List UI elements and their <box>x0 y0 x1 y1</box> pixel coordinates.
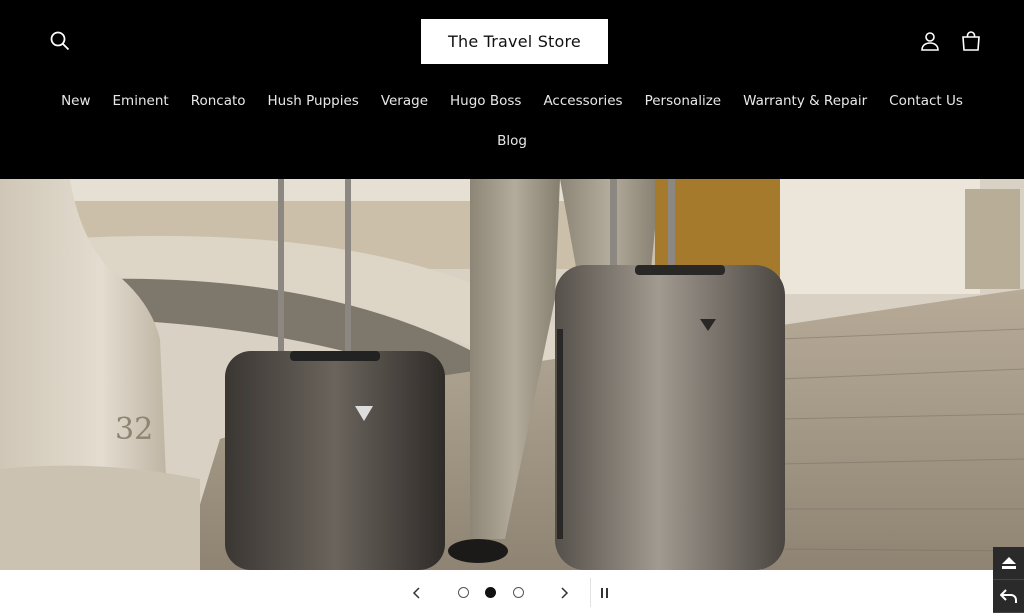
slide-dot-2[interactable] <box>485 587 496 598</box>
hero-slide-image: 32 <box>0 179 1024 570</box>
main-nav: New Eminent Roncato Hush Puppies Verage … <box>0 90 1024 112</box>
controls-divider <box>590 578 591 607</box>
logo-text: The Travel Store <box>448 32 581 51</box>
svg-text:32: 32 <box>115 412 153 447</box>
search-icon[interactable] <box>48 29 72 53</box>
nav-item-blog[interactable]: Blog <box>486 130 538 152</box>
eject-icon[interactable] <box>993 547 1024 580</box>
cart-icon[interactable] <box>959 29 983 53</box>
undo-icon[interactable] <box>993 580 1024 613</box>
store-logo[interactable]: The Travel Store <box>421 19 608 64</box>
hero-luggage-photo: 32 <box>0 179 1024 570</box>
slide-dot-3[interactable] <box>513 587 524 598</box>
chevron-left-icon[interactable] <box>406 570 428 615</box>
nav-item-eminent[interactable]: Eminent <box>102 90 180 112</box>
nav-item-accessories[interactable]: Accessories <box>532 90 633 112</box>
slide-dot-1[interactable] <box>458 587 469 598</box>
nav-item-hush-puppies[interactable]: Hush Puppies <box>257 90 370 112</box>
nav-item-personalize[interactable]: Personalize <box>634 90 733 112</box>
nav-item-verage[interactable]: Verage <box>370 90 439 112</box>
chevron-right-icon[interactable] <box>553 570 575 615</box>
nav-item-roncato[interactable]: Roncato <box>180 90 257 112</box>
side-toolbar <box>993 547 1024 615</box>
slideshow-controls <box>0 570 1024 615</box>
nav-item-contact-us[interactable]: Contact Us <box>878 90 974 112</box>
account-icon[interactable] <box>918 29 942 53</box>
site-header: The Travel Store New Eminent Roncato Hus… <box>0 0 1024 179</box>
nav-item-new[interactable]: New <box>50 90 101 112</box>
main-nav-row2: Blog <box>0 130 1024 152</box>
nav-item-hugo-boss[interactable]: Hugo Boss <box>439 90 532 112</box>
nav-item-warranty-repair[interactable]: Warranty & Repair <box>732 90 878 112</box>
pause-icon[interactable] <box>596 570 614 615</box>
